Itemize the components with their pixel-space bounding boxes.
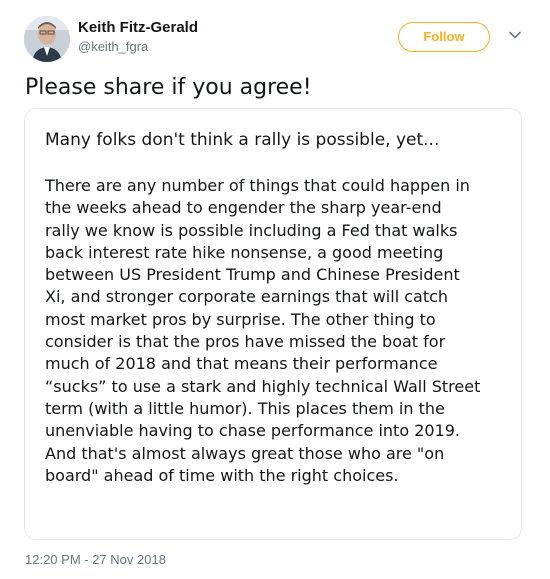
follow-button[interactable]: Follow: [398, 22, 490, 52]
attached-image[interactable]: Many folks don't think a rally is possib…: [24, 108, 522, 540]
avatar-photo: [24, 16, 70, 62]
image-text-line: Xi, and stronger corporate earnings that…: [45, 287, 449, 307]
image-text-line: There are any number of things that coul…: [45, 176, 470, 195]
image-text-line: term (with a little humor). This places …: [45, 398, 445, 418]
chevron-down-icon[interactable]: [508, 28, 522, 42]
image-body-text: There are any number of things that coul…: [45, 175, 505, 487]
avatar[interactable]: [24, 16, 70, 62]
image-text-line: the weeks ahead to engender the sharp ye…: [45, 198, 442, 218]
tweet-text: Please share if you agree!: [25, 75, 312, 100]
tweet-timestamp[interactable]: 12:20 PM - 27 Nov 2018: [25, 551, 166, 569]
author-names[interactable]: Keith Fitz-Gerald @keith_fgra: [78, 18, 198, 56]
image-text-line: most market pros by surprise. The other …: [45, 309, 436, 329]
image-text-line: And that's almost always great those who…: [45, 443, 445, 463]
image-text-line: between US President Trump and Chinese P…: [45, 265, 460, 285]
image-text-line: “sucks” to use a stark and highly techni…: [45, 376, 481, 396]
tweet: Keith Fitz-Gerald @keith_fgra Follow Ple…: [0, 0, 550, 579]
image-text-line: board" ahead of time with the right choi…: [45, 465, 399, 485]
image-text-line: unenviable having to chase performance i…: [45, 421, 461, 441]
image-heading: Many folks don't think a rally is possib…: [45, 130, 440, 150]
image-text-line: consider is that the pros have missed th…: [45, 332, 446, 352]
author-display-name[interactable]: Keith Fitz-Gerald: [78, 18, 198, 38]
image-text-line: much of 2018 and that means their perfor…: [45, 354, 438, 374]
tweet-header: Keith Fitz-Gerald @keith_fgra Follow: [24, 14, 526, 64]
image-text-line: back interest rate hike nonsense, a good…: [45, 242, 444, 262]
author-handle[interactable]: @keith_fgra: [78, 38, 198, 56]
image-text-line: rally we know is possible including a Fe…: [45, 220, 458, 240]
